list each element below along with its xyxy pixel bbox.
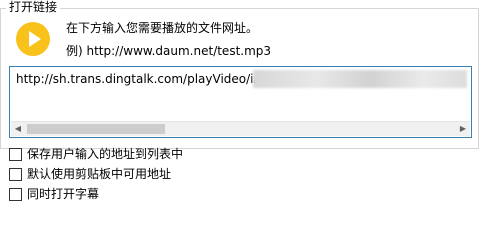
chevron-right-icon[interactable]: ▶	[456, 122, 470, 136]
scrollbar-thumb[interactable]	[27, 124, 165, 134]
option-open-subtitles[interactable]: 同时打开字幕	[9, 186, 99, 202]
group-title: 打开链接	[6, 0, 61, 14]
option-save-to-list[interactable]: 保存用户输入的地址到列表中	[9, 146, 183, 162]
redacted-url-segment	[253, 70, 467, 88]
open-subtitles-checkbox[interactable]	[9, 187, 22, 201]
option-use-clipboard[interactable]: 默认使用剪贴板中可用地址	[9, 166, 171, 182]
example-url-text: 例) http://www.daum.net/test.mp3	[66, 44, 272, 58]
play-icon	[16, 22, 50, 56]
save-to-list-label: 保存用户输入的地址到列表中	[27, 147, 184, 161]
horizontal-scrollbar[interactable]: ◀ ▶	[11, 121, 470, 136]
url-input[interactable]: http://sh.trans.dingtalk.com/playVideo/i…	[9, 66, 472, 138]
prompt-text: 在下方输入您需要播放的文件网址。	[66, 21, 259, 35]
url-input-value: http://sh.trans.dingtalk.com/playVideo/i…	[16, 72, 262, 86]
chevron-left-icon[interactable]: ◀	[11, 122, 25, 136]
use-clipboard-checkbox[interactable]	[9, 167, 22, 181]
open-subtitles-label: 同时打开字幕	[27, 187, 100, 201]
use-clipboard-label: 默认使用剪贴板中可用地址	[27, 167, 172, 181]
save-to-list-checkbox[interactable]	[9, 147, 22, 161]
